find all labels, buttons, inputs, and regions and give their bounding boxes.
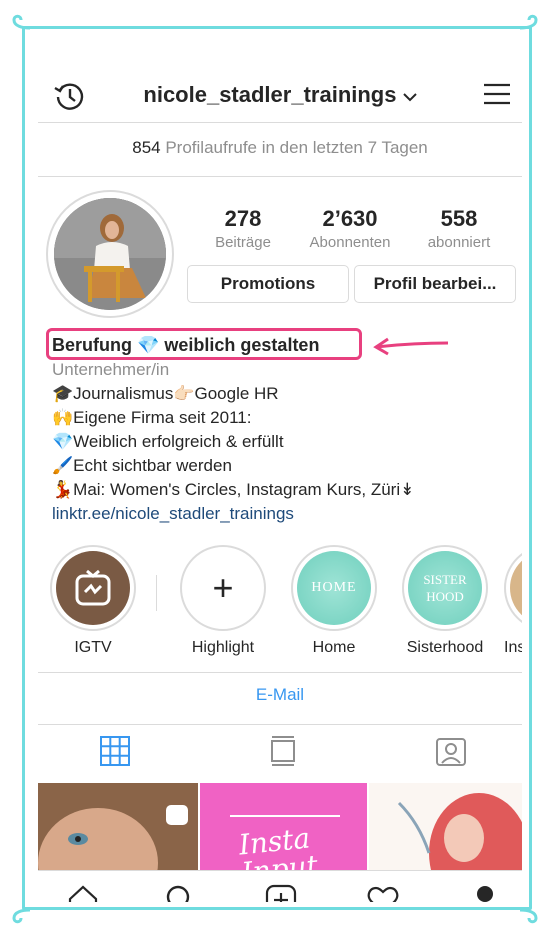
highlight-new[interactable]: + Highlight	[178, 545, 268, 657]
bio-link[interactable]: linktr.ee/nicole_stadler_trainings	[52, 502, 522, 526]
highlight-ring	[504, 545, 522, 631]
username: nicole_stadler_trainings	[143, 82, 397, 107]
bio-name: Berufung 💎 weiblich gestalten	[52, 335, 320, 355]
igtv-icon	[56, 551, 130, 625]
profile-header: nicole_stadler_trainings	[38, 70, 522, 120]
stat-followers-label: Abonnenten	[309, 234, 391, 251]
highlight-igtv[interactable]: IGTV	[48, 545, 138, 657]
profile-screen: nicole_stadler_trainings 854 Profilaufru…	[38, 40, 522, 902]
highlight-ring	[50, 545, 136, 631]
stat-followers[interactable]: 2’630 Abonnenten	[295, 206, 405, 251]
tagged-user-icon	[436, 738, 466, 766]
bio-category: Unternehmer/in	[52, 360, 170, 379]
username-switcher[interactable]: nicole_stadler_trainings	[38, 82, 522, 108]
bio-line: 🙌Eigene Firma seit 2011:	[52, 408, 252, 427]
profile-views-insight[interactable]: 854 Profilaufrufe in den letzten 7 Tagen	[38, 138, 522, 158]
bio-line: 🖌️Echt sichtbar werden	[52, 456, 232, 475]
header-divider	[38, 122, 522, 123]
highlight-ring: HOME	[291, 545, 377, 631]
stat-following-count: 558	[440, 206, 478, 231]
stat-following[interactable]: 558 abonniert	[404, 206, 514, 251]
email-divider	[38, 724, 522, 725]
highlight-home[interactable]: HOME Home	[289, 545, 379, 657]
highlight-cover	[510, 551, 522, 625]
plus-icon: +	[186, 551, 260, 625]
avatar	[54, 198, 166, 310]
views-text: Profilaufrufe in den letzten 7 Tagen	[165, 138, 428, 157]
tab-feed[interactable]	[266, 734, 302, 768]
stat-posts[interactable]: 278 Beiträge	[188, 206, 298, 251]
story-highlights: IGTV + Highlight HOME Home SISTER HOOD S…	[38, 545, 522, 665]
edit-profile-button[interactable]: Profil bearbei...	[354, 265, 516, 303]
stat-followers-count: 2’630	[322, 206, 378, 231]
highlight-cover: SISTER HOOD	[408, 551, 482, 625]
post-thumbnail[interactable]	[38, 783, 198, 873]
highlight-ring: SISTER HOOD	[402, 545, 488, 631]
views-divider	[38, 176, 522, 177]
home-icon[interactable]	[66, 883, 100, 902]
stat-following-label: abonniert	[427, 234, 491, 251]
frame-curl-icon	[516, 12, 542, 38]
post-title: Insta Input	[237, 821, 320, 873]
post-thumbnail[interactable]	[369, 783, 522, 873]
new-post-icon[interactable]	[264, 883, 298, 902]
stat-posts-label: Beiträge	[215, 234, 271, 251]
post-thumbnail[interactable]: Insta Input	[200, 783, 367, 873]
feed-icon	[271, 736, 295, 766]
highlight-partial[interactable]: Ins	[504, 545, 522, 657]
profile-bio: Berufung 💎 weiblich gestalten Unternehme…	[52, 330, 522, 526]
email-button[interactable]: E-Mail	[38, 685, 522, 705]
highlight-label: IGTV	[74, 639, 112, 656]
frame-curl-icon	[8, 12, 34, 38]
bio-line: 🎓Journalismus👉🏻Google HR	[52, 384, 279, 403]
highlight-separator	[156, 575, 157, 611]
heart-icon[interactable]	[366, 883, 400, 902]
chevron-down-icon	[402, 86, 417, 106]
tab-grid[interactable]	[98, 734, 134, 768]
highlight-cover: HOME	[297, 551, 371, 625]
highlight-label: Ins	[504, 639, 522, 656]
highlight-label: Highlight	[191, 639, 255, 656]
profile-avatar[interactable]	[46, 190, 174, 318]
bio-line: 💎Weiblich erfolgreich & erfüllt	[52, 432, 284, 451]
highlight-sisterhood[interactable]: SISTER HOOD Sisterhood	[400, 545, 490, 657]
tab-tagged[interactable]	[434, 734, 470, 768]
bottom-navigation	[38, 870, 522, 902]
post-rule	[230, 815, 340, 817]
menu-icon[interactable]	[482, 80, 512, 108]
highlights-divider	[38, 672, 522, 673]
profile-stats: 278 Beiträge 2’630 Abonnenten 558 abonni…	[188, 206, 522, 256]
posts-grid: Insta Input	[38, 783, 522, 873]
frame-curl-icon	[516, 900, 542, 926]
search-icon[interactable]	[164, 883, 198, 902]
promotions-button[interactable]: Promotions	[187, 265, 349, 303]
highlight-label: Home	[312, 639, 356, 656]
stat-posts-count: 278	[224, 206, 262, 231]
views-count: 854	[132, 138, 161, 157]
profile-icon[interactable]	[468, 883, 502, 902]
bio-line: 💃Mai: Women's Circles, Instagram Kurs, Z…	[52, 480, 415, 499]
highlight-label: Sisterhood	[406, 639, 484, 656]
highlight-ring: +	[180, 545, 266, 631]
frame-curl-icon	[8, 900, 34, 926]
grid-icon	[100, 736, 130, 766]
